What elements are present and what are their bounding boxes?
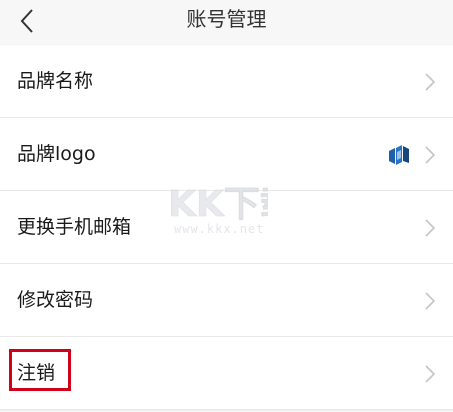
settings-list: 品牌名称 品牌logo 更换手机邮箱 修改密码 注销 [0, 45, 453, 410]
row-brand-logo[interactable]: 品牌logo [0, 118, 453, 191]
row-deactivate-account[interactable]: 注销 [0, 337, 453, 410]
row-label: 注销 [17, 362, 56, 384]
row-brand-name[interactable]: 品牌名称 [0, 45, 453, 118]
row-label: 品牌logo [17, 143, 96, 165]
page-title: 账号管理 [186, 7, 267, 31]
row-label: 修改密码 [17, 289, 94, 311]
chevron-right-icon [425, 292, 436, 310]
chevron-right-icon [425, 219, 436, 237]
row-change-phone-email[interactable]: 更换手机邮箱 [0, 191, 453, 264]
chevron-right-icon [425, 73, 436, 91]
row-label: 品牌名称 [17, 70, 94, 92]
brand-logo-icon [389, 145, 409, 165]
chevron-right-icon [425, 146, 436, 164]
chevron-right-icon [425, 365, 436, 383]
nav-bar: 账号管理 [0, 0, 453, 44]
row-label: 更换手机邮箱 [17, 216, 132, 238]
row-change-password[interactable]: 修改密码 [0, 264, 453, 337]
